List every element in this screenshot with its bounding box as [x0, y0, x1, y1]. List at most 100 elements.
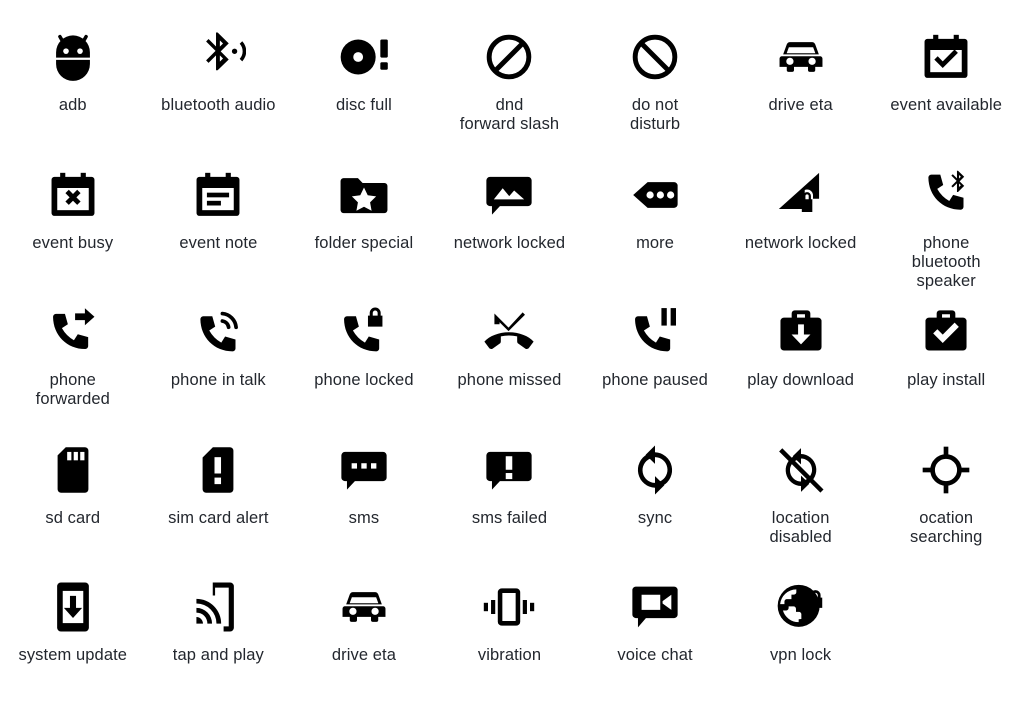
icon-label: bluetooth audio: [161, 96, 276, 114]
icon-cell-sd-card[interactable]: sd card: [0, 439, 146, 577]
icon-cell-phone-in-talk[interactable]: phone in talk: [146, 301, 292, 439]
icon-label: sim card alert: [168, 508, 269, 527]
icon-cell-phone-missed[interactable]: phone missed: [437, 301, 583, 439]
icon-label: vibration: [477, 646, 542, 664]
icon-cell-drive-eta-2[interactable]: drive eta: [291, 576, 437, 714]
dnd-forward-slash-icon: [481, 26, 537, 88]
icon-sheet: adb bluetooth audio disc full dnd forwar…: [0, 0, 1019, 723]
icon-cell-sms-failed[interactable]: sms failed: [437, 439, 583, 577]
icon-cell-sync[interactable]: sync: [582, 439, 728, 577]
image-message-icon: [481, 164, 537, 226]
sync-icon: [627, 439, 683, 501]
icon-cell-folder-special[interactable]: folder special: [291, 164, 437, 302]
folder-special-icon: [336, 164, 392, 226]
icon-label: network locked: [453, 233, 566, 252]
sd-card-icon: [45, 439, 101, 501]
phone-locked-icon: [336, 301, 392, 363]
icon-label: phone forwarded: [35, 371, 110, 408]
event-available-icon: [918, 26, 974, 88]
icon-label: more: [636, 233, 675, 252]
bluetooth-audio-icon: [190, 26, 247, 88]
vibration-icon: [481, 576, 537, 638]
icon-cell-system-update[interactable]: system update: [0, 576, 146, 714]
phone-in-talk-icon: [190, 301, 246, 363]
icon-cell-phone-locked[interactable]: phone locked: [291, 301, 437, 439]
icon-label: event available: [890, 96, 1002, 114]
icon-label: phone locked: [314, 371, 414, 389]
icon-cell-do-not-disturb[interactable]: do not disturb: [582, 26, 728, 164]
icon-label: tap and play: [172, 646, 264, 664]
icon-cell-sim-card-alert[interactable]: sim card alert: [146, 439, 292, 577]
icon-label: play download: [747, 371, 855, 389]
play-install-icon: [918, 301, 974, 363]
icon-label: drive eta: [331, 646, 397, 664]
icon-cell-location-disabled[interactable]: location disabled: [728, 439, 874, 577]
icon-cell-dnd-forward-slash[interactable]: dnd forward slash: [437, 26, 583, 164]
tap-and-play-icon: [190, 576, 246, 638]
icon-label: do not disturb: [629, 96, 681, 133]
icon-label: voice chat: [617, 646, 693, 664]
icon-label: dnd forward slash: [459, 96, 560, 133]
icon-cell-voice-chat[interactable]: voice chat: [582, 576, 728, 714]
icon-label: sync: [637, 508, 673, 527]
do-not-disturb-icon: [627, 26, 683, 88]
event-busy-icon: [45, 164, 101, 226]
phone-forwarded-icon: [45, 301, 101, 363]
icon-cell-location-searching[interactable]: ocation searching: [873, 439, 1019, 577]
icon-label: adb: [58, 96, 87, 114]
icon-label: vpn lock: [769, 646, 832, 664]
icon-label: sd card: [45, 508, 101, 527]
icon-cell-event-busy[interactable]: event busy: [0, 164, 146, 302]
icon-cell-sms[interactable]: sms: [291, 439, 437, 577]
location-disabled-icon: [773, 439, 829, 501]
sms-failed-icon: [481, 439, 537, 501]
icon-label: phone paused: [602, 371, 708, 389]
icon-cell-phone-bluetooth-speaker[interactable]: phone bluetooth speaker: [873, 164, 1019, 302]
icon-label: event busy: [32, 233, 114, 252]
sim-card-alert-icon: [190, 439, 246, 501]
play-download-icon: [773, 301, 829, 363]
phone-missed-icon: [481, 301, 537, 363]
icon-label: folder special: [314, 233, 414, 252]
icon-cell-event-available[interactable]: event available: [873, 26, 1019, 164]
icon-label: drive eta: [768, 96, 833, 114]
icon-cell-vpn-lock[interactable]: vpn lock: [728, 576, 874, 714]
phone-bluetooth-speaker-icon: [918, 164, 974, 226]
icon-label: sms: [348, 508, 380, 527]
more-icon: [627, 164, 683, 226]
icon-cell-event-note[interactable]: event note: [146, 164, 292, 302]
signal-lock-icon: [773, 164, 829, 226]
icon-label: location disabled: [769, 508, 832, 546]
icon-cell-disc-full[interactable]: disc full: [291, 26, 437, 164]
icon-label: phone missed: [457, 371, 562, 389]
icon-cell-vibration[interactable]: vibration: [437, 576, 583, 714]
icon-cell-play-install[interactable]: play install: [873, 301, 1019, 439]
location-searching-icon: [918, 439, 974, 501]
icon-label: play install: [907, 371, 986, 389]
icon-cell-tap-and-play[interactable]: tap and play: [146, 576, 292, 714]
drive-eta-icon: [336, 576, 392, 638]
icon-cell-drive-eta[interactable]: drive eta: [728, 26, 874, 164]
sms-icon: [336, 439, 392, 501]
icon-cell-phone-paused[interactable]: phone paused: [582, 301, 728, 439]
icon-label: phone bluetooth speaker: [911, 233, 981, 290]
event-note-icon: [190, 164, 246, 226]
icon-label: sms failed: [471, 508, 548, 527]
icon-cell-phone-forwarded[interactable]: phone forwarded: [0, 301, 146, 439]
icon-label: event note: [179, 233, 258, 252]
icon-label: network locked: [744, 233, 857, 252]
icon-cell-network-locked-signal[interactable]: network locked: [728, 164, 874, 302]
icon-label: ocation searching: [909, 508, 983, 546]
icon-cell-play-download[interactable]: play download: [728, 301, 874, 439]
adb-icon: [45, 26, 101, 88]
system-update-icon: [45, 576, 101, 638]
icon-cell-more[interactable]: more: [582, 164, 728, 302]
icon-label: system update: [18, 646, 128, 664]
disc-full-icon: [336, 26, 392, 88]
voice-chat-icon: [627, 576, 683, 638]
icon-cell-bluetooth-audio[interactable]: bluetooth audio: [146, 26, 292, 164]
phone-paused-icon: [627, 301, 683, 363]
icon-cell-adb[interactable]: adb: [0, 26, 146, 164]
icon-cell-network-locked-image[interactable]: network locked: [437, 164, 583, 302]
icon-label: disc full: [335, 96, 392, 114]
